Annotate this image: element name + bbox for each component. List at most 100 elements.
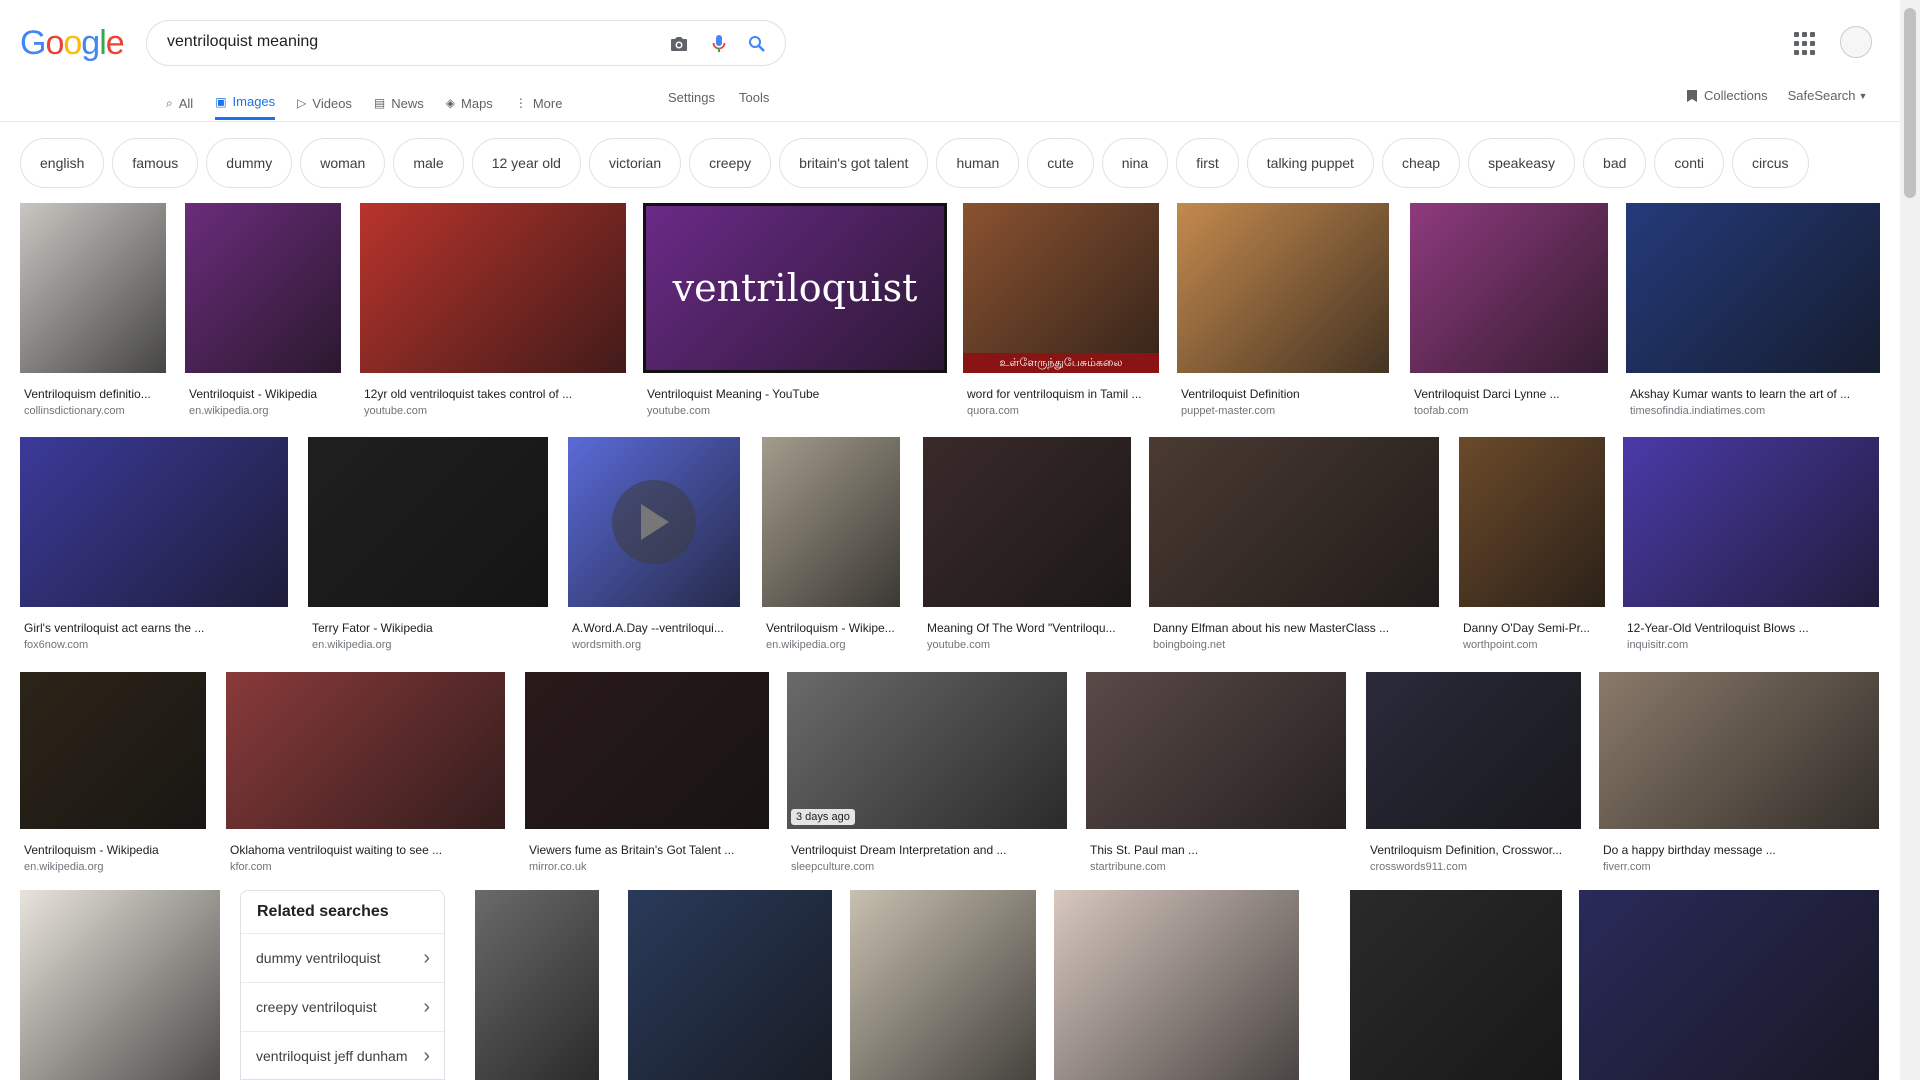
image-thumbnail[interactable] — [1149, 437, 1439, 607]
image-result[interactable] — [20, 890, 220, 1080]
image-result-title[interactable]: Do a happy birthday message ... — [1603, 843, 1776, 857]
image-result[interactable] — [1579, 890, 1879, 1080]
image-thumbnail[interactable] — [20, 203, 166, 373]
image-result[interactable]: Ventriloquist Definition puppet-master.co… — [1177, 203, 1389, 419]
image-result[interactable]: Terry Fator - Wikipedia en.wikipedia.org — [308, 437, 548, 653]
image-thumbnail[interactable] — [360, 203, 626, 373]
collections-button[interactable]: Collections — [1686, 88, 1768, 103]
image-result-title[interactable]: Viewers fume as Britain's Got Talent ... — [529, 843, 734, 857]
image-result-title[interactable]: Ventriloquism - Wikipe... — [766, 621, 895, 635]
image-thumbnail[interactable] — [1626, 203, 1880, 373]
image-result-title[interactable]: Danny Elfman about his new MasterClass .… — [1153, 621, 1389, 635]
image-thumbnail[interactable]: ventriloquist — [643, 203, 947, 373]
image-result-title[interactable]: Ventriloquism definitio... — [24, 387, 151, 401]
image-thumbnail[interactable] — [628, 890, 832, 1080]
refinement-chip[interactable]: cheap — [1381, 138, 1461, 188]
image-result-title[interactable]: Ventriloquist - Wikipedia — [189, 387, 317, 401]
related-search-item[interactable]: creepy ventriloquist › — [241, 983, 444, 1032]
image-result[interactable]: A.Word.A.Day --ventriloqui... wordsmith.o… — [568, 437, 740, 653]
image-result[interactable]: Ventriloquism - Wikipe... en.wikipedia.or… — [762, 437, 900, 653]
image-result-title[interactable]: Akshay Kumar wants to learn the art of .… — [1630, 387, 1850, 401]
image-thumbnail[interactable] — [20, 672, 206, 829]
image-thumbnail[interactable] — [568, 437, 740, 607]
image-thumbnail[interactable]: 3 days ago — [787, 672, 1067, 829]
image-thumbnail[interactable] — [1459, 437, 1605, 607]
image-result[interactable] — [628, 890, 832, 1080]
image-result-title[interactable]: Girl's ventriloquist act earns the ... — [24, 621, 204, 635]
refinement-chip[interactable]: britain's got talent — [779, 138, 929, 188]
related-search-item[interactable]: ventriloquist jeff dunham › — [241, 1032, 444, 1080]
image-result[interactable]: This St. Paul man ... startribune.com — [1086, 672, 1346, 875]
avatar[interactable] — [1840, 26, 1872, 58]
refinement-chip[interactable]: talking puppet — [1246, 138, 1374, 188]
tab-maps[interactable]: ◈ Maps — [446, 86, 493, 120]
search-icon[interactable] — [745, 32, 769, 56]
refinement-chip[interactable]: dummy — [206, 138, 293, 188]
image-result[interactable]: Ventriloquism definitio... collinsdiction… — [20, 203, 166, 419]
image-thumbnail[interactable] — [1177, 203, 1389, 373]
image-result[interactable] — [850, 890, 1036, 1080]
image-result[interactable]: Ventriloquism Definition, Crosswor... cro… — [1366, 672, 1581, 875]
image-result[interactable]: Ventriloquist - Wikipedia en.wikipedia.or… — [185, 203, 341, 419]
image-result-title[interactable]: Ventriloquism - Wikipedia — [24, 843, 159, 857]
image-result-title[interactable]: 12-Year-Old Ventriloquist Blows ... — [1627, 621, 1809, 635]
image-thumbnail[interactable] — [226, 672, 505, 829]
camera-icon[interactable] — [667, 32, 691, 56]
image-thumbnail[interactable] — [923, 437, 1131, 607]
tools-link[interactable]: Tools — [739, 90, 769, 105]
image-result-title[interactable]: Ventriloquist Darci Lynne ... — [1414, 387, 1560, 401]
google-logo[interactable]: Google — [20, 24, 125, 63]
refinement-chip[interactable]: first — [1176, 138, 1239, 188]
image-result-title[interactable]: Ventriloquism Definition, Crosswor... — [1370, 843, 1562, 857]
image-result[interactable]: 12-Year-Old Ventriloquist Blows ... inqui… — [1623, 437, 1879, 653]
scrollbar-thumb[interactable] — [1904, 8, 1916, 198]
tab-images[interactable]: ▣ Images — [215, 86, 276, 120]
image-result-title[interactable]: Danny O'Day Semi-Pr... — [1463, 621, 1590, 635]
refinement-chip[interactable]: 12 year old — [471, 138, 581, 188]
image-result[interactable]: Do a happy birthday message ... fiverr.co… — [1599, 672, 1879, 875]
image-thumbnail[interactable] — [1623, 437, 1879, 607]
image-thumbnail[interactable] — [1599, 672, 1879, 829]
image-thumbnail[interactable] — [525, 672, 769, 829]
search-input[interactable] — [167, 33, 647, 51]
image-thumbnail[interactable] — [475, 890, 599, 1080]
image-thumbnail[interactable] — [20, 437, 288, 607]
image-result[interactable]: Meaning Of The Word "Ventriloqu... youtub… — [923, 437, 1131, 653]
image-result-title[interactable]: Terry Fator - Wikipedia — [312, 621, 433, 635]
refinement-chip[interactable]: speakeasy — [1468, 138, 1576, 188]
refinement-chip[interactable]: nina — [1101, 138, 1169, 188]
image-result-title[interactable]: Meaning Of The Word "Ventriloqu... — [927, 621, 1116, 635]
refinement-chip[interactable]: victorian — [588, 138, 682, 188]
refinement-chip[interactable]: english — [20, 138, 105, 188]
image-thumbnail[interactable] — [308, 437, 548, 607]
image-result[interactable]: Danny O'Day Semi-Pr... worthpoint.com — [1459, 437, 1605, 653]
apps-grid-icon[interactable] — [1794, 32, 1818, 56]
image-result[interactable] — [1054, 890, 1299, 1080]
image-thumbnail[interactable] — [1579, 890, 1879, 1080]
image-result-title[interactable]: Ventriloquist Dream Interpretation and .… — [791, 843, 1006, 857]
image-result[interactable]: Oklahoma ventriloquist waiting to see ..… — [226, 672, 505, 875]
image-result-title[interactable]: This St. Paul man ... — [1090, 843, 1198, 857]
image-thumbnail[interactable] — [1366, 672, 1581, 829]
image-result-title[interactable]: A.Word.A.Day --ventriloqui... — [572, 621, 724, 635]
refinement-chip[interactable]: human — [936, 138, 1020, 188]
image-thumbnail[interactable]: உள்ளேருந்துபேசும்கலை — [963, 203, 1159, 373]
image-thumbnail[interactable] — [1086, 672, 1346, 829]
image-result-title[interactable]: Ventriloquist Definition — [1181, 387, 1300, 401]
image-result[interactable]: உள்ளேருந்துபேசும்கலை word for ventriloqui… — [963, 203, 1159, 419]
image-thumbnail[interactable] — [850, 890, 1036, 1080]
image-result[interactable]: Danny Elfman about his new MasterClass .… — [1149, 437, 1439, 653]
image-result[interactable]: 12yr old ventriloquist takes control of … — [360, 203, 626, 419]
refinement-chip[interactable]: woman — [300, 138, 386, 188]
refinement-chip[interactable]: circus — [1731, 138, 1809, 188]
image-result-title[interactable]: Oklahoma ventriloquist waiting to see ..… — [230, 843, 442, 857]
image-result[interactable]: Ventriloquist Darci Lynne ... toofab.com — [1410, 203, 1608, 419]
image-result-title[interactable]: Ventriloquist Meaning - YouTube — [647, 387, 819, 401]
image-thumbnail[interactable] — [185, 203, 341, 373]
image-thumbnail[interactable] — [20, 890, 220, 1080]
image-result[interactable]: 3 days ago Ventriloquist Dream Interpreta… — [787, 672, 1067, 875]
image-result[interactable]: Akshay Kumar wants to learn the art of .… — [1626, 203, 1880, 419]
image-result[interactable]: ventriloquist Ventriloquist Meaning - You… — [643, 203, 947, 419]
image-thumbnail[interactable] — [1350, 890, 1562, 1080]
image-thumbnail[interactable] — [1054, 890, 1299, 1080]
